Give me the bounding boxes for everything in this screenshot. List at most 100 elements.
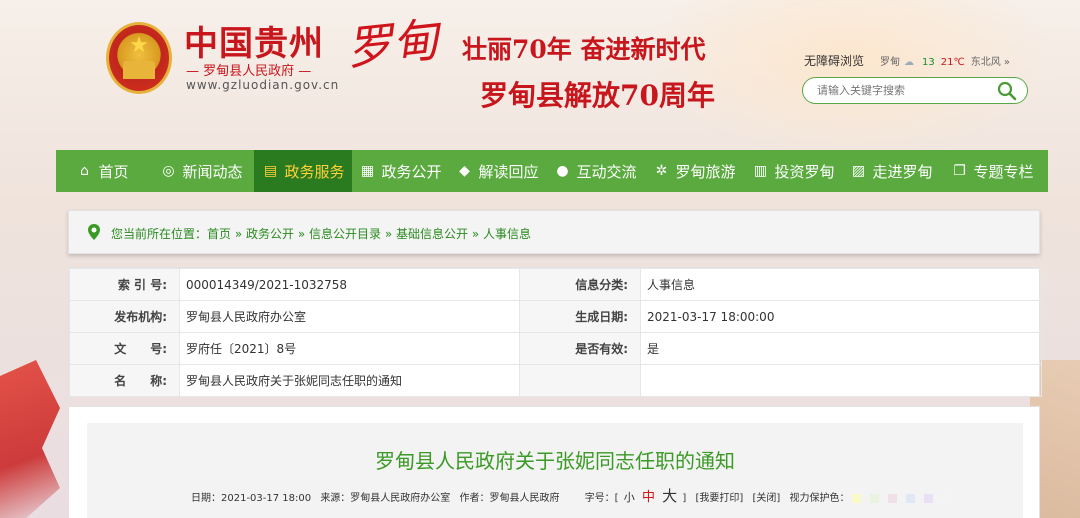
windows-icon: ❐	[953, 163, 966, 179]
article-author: 作者：罗甸县人民政府	[459, 493, 560, 504]
chat-icon: ●	[556, 163, 569, 179]
breadcrumb-link[interactable]: 首页	[207, 227, 231, 241]
luodian-calligraphy-logo: 罗甸	[343, 12, 441, 76]
palm-tree-icon: ✲	[655, 163, 668, 179]
font-size-large-button[interactable]: 大	[662, 487, 677, 505]
info-row: 索 引 号: 000014349/2021-1032758 信息分类: 人事信息	[69, 268, 1042, 301]
site-url: www.gzluodian.gov.cn	[186, 78, 340, 92]
info-value	[640, 364, 1042, 397]
breadcrumb-separator: »	[231, 227, 247, 241]
eye-care-color-swatch[interactable]	[888, 493, 898, 503]
slogan-line-2: 罗甸县解放70周年	[480, 79, 715, 112]
font-size-close: ]	[682, 493, 687, 504]
font-size-small-button[interactable]: 小	[624, 491, 635, 504]
info-label: 索 引 号:	[69, 268, 180, 301]
nav-item-9[interactable]: ❐ 专题专栏	[940, 150, 1044, 192]
info-value: 2021-03-17 18:00:00	[640, 300, 1042, 333]
home-icon: ⌂	[80, 163, 89, 179]
breadcrumb-trail: 您当前所在位置：首页 » 政务公开 » 信息公开目录 » 基础信息公开 » 人事…	[111, 225, 531, 242]
search-box	[802, 77, 1028, 104]
article-meta: 日期：2021-03-17 18:00 来源：罗甸县人民政府办公室 作者：罗甸县…	[191, 485, 963, 506]
search-icon[interactable]	[997, 81, 1017, 101]
site-header: ★ 中国贵州 罗甸 — 罗甸县人民政府 — www.gzluodian.gov.…	[0, 0, 1080, 132]
breadcrumb-link[interactable]: 人事信息	[483, 227, 531, 241]
breadcrumb: 您当前所在位置：首页 » 政务公开 » 信息公开目录 » 基础信息公开 » 人事…	[68, 210, 1040, 254]
info-label: 文 号:	[69, 332, 180, 365]
article-header: 罗甸县人民政府关于张妮同志任职的通知 日期：2021-03-17 18:00 来…	[87, 423, 1023, 518]
nav-item-6[interactable]: ✲ 罗甸旅游	[644, 150, 744, 192]
nav-item-label: 走进罗甸	[872, 162, 933, 181]
eye-care-color-swatch[interactable]	[870, 493, 880, 503]
nav-item-4[interactable]: ◆ 解读回应	[448, 150, 546, 192]
article-panel: 罗甸县人民政府关于张妮同志任职的通知 日期：2021-03-17 18:00 来…	[68, 406, 1040, 518]
search-input[interactable]	[817, 82, 987, 100]
print-button[interactable]: [我要打印]	[695, 493, 743, 504]
info-value: 罗甸县人民政府办公室	[179, 300, 520, 333]
eye-care-color-swatch[interactable]	[906, 493, 916, 503]
breadcrumb-prefix: 您当前所在位置：	[111, 227, 208, 241]
site-subtitle: — 罗甸县人民政府 —	[186, 64, 312, 79]
article-title: 罗甸县人民政府关于张妮同志任职的通知	[375, 449, 735, 473]
breadcrumb-separator: »	[381, 227, 397, 241]
breadcrumb-separator: »	[468, 227, 484, 241]
nav-item-1[interactable]: ◎ 新闻动态	[148, 150, 254, 192]
info-value: 000014349/2021-1032758	[179, 268, 520, 301]
nav-item-7[interactable]: ▥ 投资罗甸	[744, 150, 842, 192]
font-size-medium-button[interactable]: 中	[642, 490, 655, 505]
info-value: 罗府任〔2021〕8号	[179, 332, 520, 365]
breadcrumb-separator: »	[294, 227, 310, 241]
cloud-icon: ☁	[904, 57, 914, 68]
nav-item-label: 互动交流	[576, 162, 637, 181]
info-value: 罗甸县人民政府关于张妮同志任职的通知	[179, 364, 520, 397]
weather-more-icon[interactable]: »	[1004, 57, 1010, 68]
slogan-line-1: 壮丽70年 奋进新时代	[462, 35, 706, 64]
breadcrumb-link[interactable]: 基础信息公开	[396, 227, 468, 241]
weather-high: 21℃	[940, 57, 965, 68]
info-value: 是	[640, 332, 1042, 365]
nav-item-label: 新闻动态	[182, 162, 243, 181]
document-info-table: 索 引 号: 000014349/2021-1032758 信息分类: 人事信息 发布机…	[68, 267, 1042, 397]
eye-care-color-swatch[interactable]	[924, 493, 934, 503]
main-nav: ⌂ 首页 ◎ 新闻动态 ▤ 政务服务 ▦ 政务公开 ◆ 解读回应 ● 互动交流 ✲ 罗甸旅游 ▥ 投资罗甸 ▨ 走…	[56, 150, 1048, 192]
nav-item-label: 首页	[98, 162, 129, 181]
globe-icon: ◎	[162, 163, 175, 179]
info-label: 生成日期:	[519, 300, 641, 333]
location-pin-icon	[88, 224, 100, 240]
eye-care-color-swatch[interactable]	[852, 493, 862, 503]
close-button[interactable]: [关闭]	[752, 493, 780, 504]
nav-item-5[interactable]: ● 互动交流	[546, 150, 644, 192]
site-title[interactable]: 中国贵州	[184, 16, 324, 65]
info-row: 名 称: 罗甸县人民政府关于张妮同志任职的通知	[69, 364, 1042, 397]
breadcrumb-link[interactable]: 政务公开	[246, 227, 294, 241]
nav-item-label: 专题专栏	[973, 162, 1034, 181]
nav-item-0[interactable]: ⌂ 首页	[56, 150, 148, 192]
eye-care-color-swatch[interactable]	[942, 493, 952, 503]
info-row: 发布机构: 罗甸县人民政府办公室 生成日期: 2021-03-17 18:00:00	[69, 300, 1042, 333]
nav-item-8[interactable]: ▨ 走进罗甸	[842, 150, 940, 192]
id-card-icon: ▤	[263, 163, 278, 179]
info-row: 文 号: 罗府任〔2021〕8号 是否有效: 是	[69, 332, 1042, 365]
info-label	[519, 364, 641, 397]
red-flag-decoration	[0, 360, 60, 518]
info-label: 是否有效:	[519, 332, 641, 365]
article-date: 日期：2021-03-17 18:00	[191, 493, 312, 504]
nav-item-label: 解读回应	[478, 162, 539, 181]
nav-item-label: 罗甸旅游	[675, 162, 736, 181]
nav-item-label: 政务服务	[284, 162, 345, 181]
bar-chart-icon: ▥	[753, 163, 768, 179]
nav-item-label: 政务公开	[381, 162, 442, 181]
accessibility-link[interactable]: 无障碍浏览	[804, 52, 864, 69]
people-icon: ◆	[459, 163, 470, 179]
info-value: 人事信息	[640, 268, 1042, 301]
info-label: 名 称:	[69, 364, 180, 397]
font-size-label: 字号：[	[584, 493, 619, 504]
nav-item-2[interactable]: ▤ 政务服务	[254, 150, 352, 192]
weather-city: 罗甸	[880, 57, 900, 68]
weather-widget: 罗甸 ☁ 13 21℃ 东北风 »	[880, 53, 1010, 68]
national-emblem-icon: ★	[106, 22, 172, 94]
document-icon: ▦	[360, 163, 375, 179]
nav-item-3[interactable]: ▦ 政务公开	[352, 150, 448, 192]
nav-item-label: 投资罗甸	[774, 162, 835, 181]
info-label: 信息分类:	[519, 268, 641, 301]
breadcrumb-link[interactable]: 信息公开目录	[309, 227, 381, 241]
